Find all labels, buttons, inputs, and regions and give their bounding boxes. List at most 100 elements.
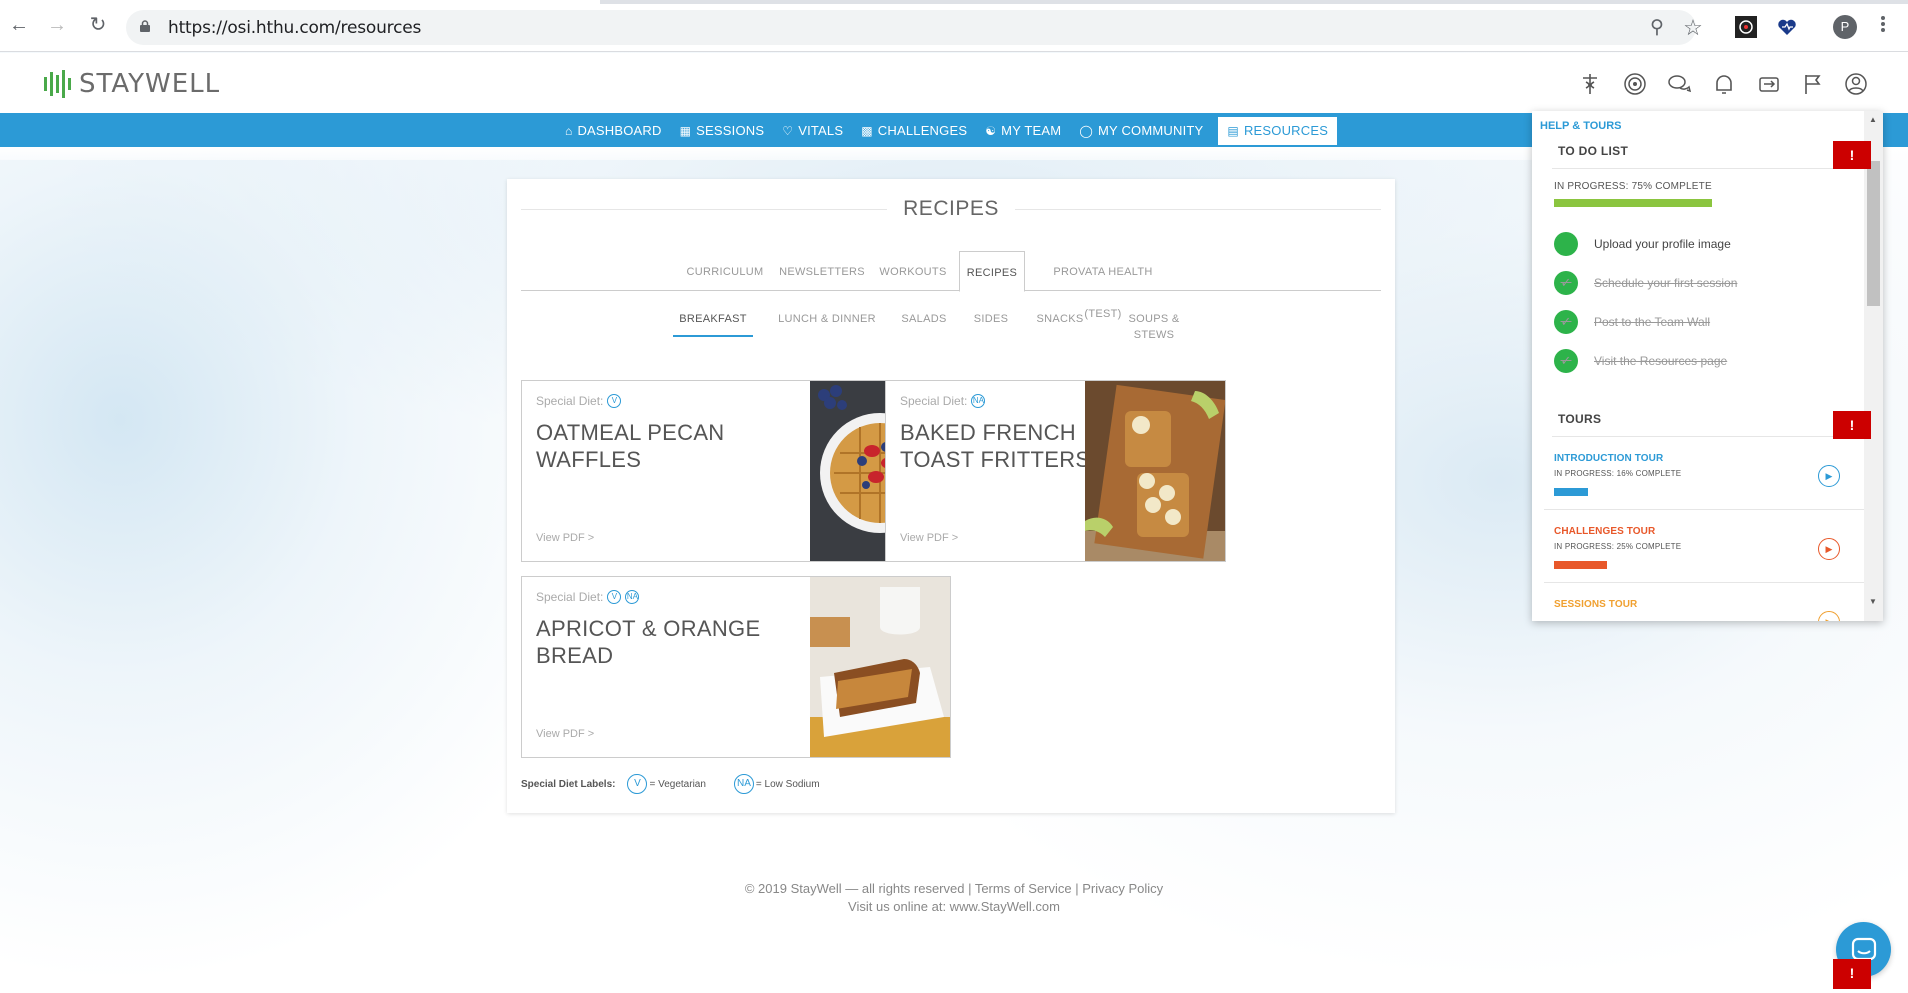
alert-marker: ! (1833, 959, 1871, 989)
staywell-logo[interactable]: STAYWELL (44, 69, 220, 99)
recipe-title: APRICOT & ORANGE BREAD (536, 616, 761, 668)
subtab-salads[interactable]: SALADS (899, 311, 949, 337)
diet-legend: Special Diet Labels: V = Vegetarian NA =… (521, 774, 820, 794)
low-sodium-badge: NA (971, 394, 986, 408)
nav-dashboard[interactable]: ⌂ DASHBOARD (556, 117, 671, 145)
back-icon[interactable]: ← (8, 14, 30, 36)
bookmark-star-icon[interactable]: ☆ (1682, 17, 1704, 39)
view-pdf-link[interactable]: View PDF > (536, 728, 594, 740)
tour-progress-text: IN PROGRESS: 25% COMPLETE (1554, 542, 1682, 551)
todo-label: Visit the Resources page (1594, 354, 1728, 368)
home-icon: ⌂ (565, 124, 573, 138)
extension-icon[interactable] (1735, 16, 1757, 38)
subtab-soups-stews[interactable]: SOUPS & STEWS (1109, 311, 1199, 341)
resource-tabs: CURRICULUM NEWSLETTERS WORKOUTS RECIPES … (521, 251, 1381, 320)
recipe-title: BAKED FRENCH TOAST FRITTERS (900, 420, 1091, 472)
recipe-title: OATMEAL PECAN WAFFLES (536, 420, 725, 472)
subtab-snacks[interactable]: SNACKS (1033, 311, 1087, 337)
nav-my-community[interactable]: ◯ MY COMMUNITY (1070, 117, 1212, 145)
check-icon: ✓ (1554, 310, 1578, 334)
todo-item[interactable]: Upload your profile image (1554, 232, 1731, 256)
nav-resources[interactable]: ▤ RESOURCES (1218, 117, 1338, 145)
bread-image (810, 577, 950, 757)
legend-low-sodium-text: = Low Sodium (755, 778, 820, 790)
tour-progress-bar (1554, 561, 1607, 569)
address-bar[interactable]: https://osi.hthu.com/resources ⚲ ☆ (126, 10, 1703, 45)
broadcast-icon[interactable] (1622, 71, 1648, 97)
play-icon[interactable]: ▶ (1818, 611, 1840, 621)
nav-label: SESSIONS (696, 123, 765, 138)
nav-label: RESOURCES (1243, 123, 1329, 138)
incomplete-dot-icon (1554, 232, 1578, 256)
tour-name: CHALLENGES TOUR (1554, 526, 1656, 537)
todo-item[interactable]: ✓ Schedule your first session (1554, 271, 1737, 295)
todo-item[interactable]: ✓ Post to the Team Wall (1554, 310, 1710, 334)
nav-sessions[interactable]: ▦ SESSIONS (671, 117, 774, 145)
recipe-card-baked-french-toast-fritters[interactable]: Special Diet: NA BAKED FRENCH TOAST FRITT… (885, 380, 1226, 562)
play-icon[interactable]: ▶ (1818, 465, 1840, 487)
zoom-icon[interactable]: ⚲ (1646, 17, 1668, 39)
nav-label: VITALS (798, 123, 844, 138)
browser-menu-icon[interactable] (1880, 14, 1886, 36)
tab-strip (600, 0, 1908, 4)
tab-workouts[interactable]: WORKOUTS (875, 251, 951, 291)
check-icon: ✓ (1554, 271, 1578, 295)
todo-item[interactable]: ✓ Visit the Resources page (1554, 349, 1727, 373)
todo-label: Post to the Team Wall (1594, 315, 1711, 329)
panel-header: HELP & TOURS (1540, 120, 1622, 132)
scrollbar-thumb[interactable] (1867, 161, 1880, 306)
recipes-card: RECIPES CURRICULUM NEWSLETTERS WORKOUTS … (507, 179, 1395, 813)
tab-recipes[interactable]: RECIPES (959, 251, 1025, 292)
tab-newsletters[interactable]: NEWSLETTERS (777, 251, 867, 291)
reload-icon[interactable]: ↻ (87, 14, 109, 36)
special-diet-label: Special Diet: (900, 394, 968, 408)
tab-provata-health[interactable]: PROVATA HEALTH (TEST) (1035, 251, 1171, 320)
subtab-sides[interactable]: SIDES (971, 311, 1011, 337)
todo-progress-bar (1554, 199, 1712, 207)
subtab-breakfast[interactable]: BREAKFAST (673, 311, 753, 337)
special-diet: Special Diet: V (536, 394, 622, 408)
special-diet-label: Special Diet: (536, 590, 604, 604)
tab-curriculum[interactable]: CURRICULUM (683, 251, 767, 291)
chart-icon: ▩ (861, 124, 873, 138)
tour-challenges[interactable]: CHALLENGES TOUR IN PROGRESS: 25% COMPLET… (1554, 526, 1681, 551)
subtab-lunch-dinner[interactable]: LUNCH & DINNER (777, 311, 877, 337)
vegetarian-badge: V (607, 394, 622, 408)
app-header: STAYWELL (0, 53, 1908, 113)
browser-toolbar: ← → ↻ https://osi.hthu.com/resources ⚲ ☆… (0, 0, 1908, 52)
scroll-up-icon[interactable]: ▲ (1869, 115, 1877, 124)
nav-label: MY TEAM (1001, 123, 1062, 138)
lock-icon (140, 20, 150, 32)
todo-label: Schedule your first session (1594, 276, 1738, 290)
sync-icon[interactable] (1756, 71, 1782, 97)
vegetarian-badge: V (627, 774, 648, 794)
chat-icon[interactable] (1666, 71, 1692, 97)
play-icon[interactable]: ▶ (1818, 538, 1840, 560)
tour-sessions[interactable]: SESSIONS TOUR (1554, 599, 1637, 610)
bell-icon[interactable] (1711, 71, 1737, 97)
forward-icon[interactable]: → (46, 14, 68, 36)
nav-challenges[interactable]: ▩ CHALLENGES (852, 117, 976, 145)
url-text: https://osi.hthu.com/resources (168, 18, 422, 38)
nav-my-team[interactable]: ☯ MY TEAM (976, 117, 1070, 145)
panel-scrollbar[interactable]: ▲ ▼ (1864, 111, 1883, 621)
french-toast-image (1085, 381, 1225, 561)
check-icon: ✓ (1554, 349, 1578, 373)
scroll-down-icon[interactable]: ▼ (1869, 597, 1877, 606)
view-pdf-link[interactable]: View PDF > (900, 532, 958, 544)
profile-avatar[interactable]: P (1833, 15, 1857, 39)
calendar-icon: ▦ (679, 124, 692, 138)
legend-label: Special Diet Labels: (521, 778, 616, 790)
view-pdf-link[interactable]: View PDF > (536, 532, 594, 544)
caduceus-icon[interactable] (1577, 71, 1603, 97)
special-diet: Special Diet: NA (900, 394, 986, 408)
tour-introduction[interactable]: INTRODUCTION TOUR IN PROGRESS: 16% COMPL… (1554, 453, 1681, 478)
tours-title: TOURS (1558, 412, 1602, 426)
flag-icon[interactable] (1800, 71, 1826, 97)
heart-extension-icon[interactable] (1776, 16, 1798, 38)
logo-wordmark: STAYWELL (79, 69, 221, 99)
nav-vitals[interactable]: ♡ VITALS (773, 117, 852, 145)
todo-divider (1552, 168, 1852, 169)
user-icon[interactable] (1843, 71, 1869, 97)
recipe-card-apricot-orange-bread[interactable]: Special Diet: V NA APRICOT & ORANGE BREAD … (521, 576, 951, 758)
